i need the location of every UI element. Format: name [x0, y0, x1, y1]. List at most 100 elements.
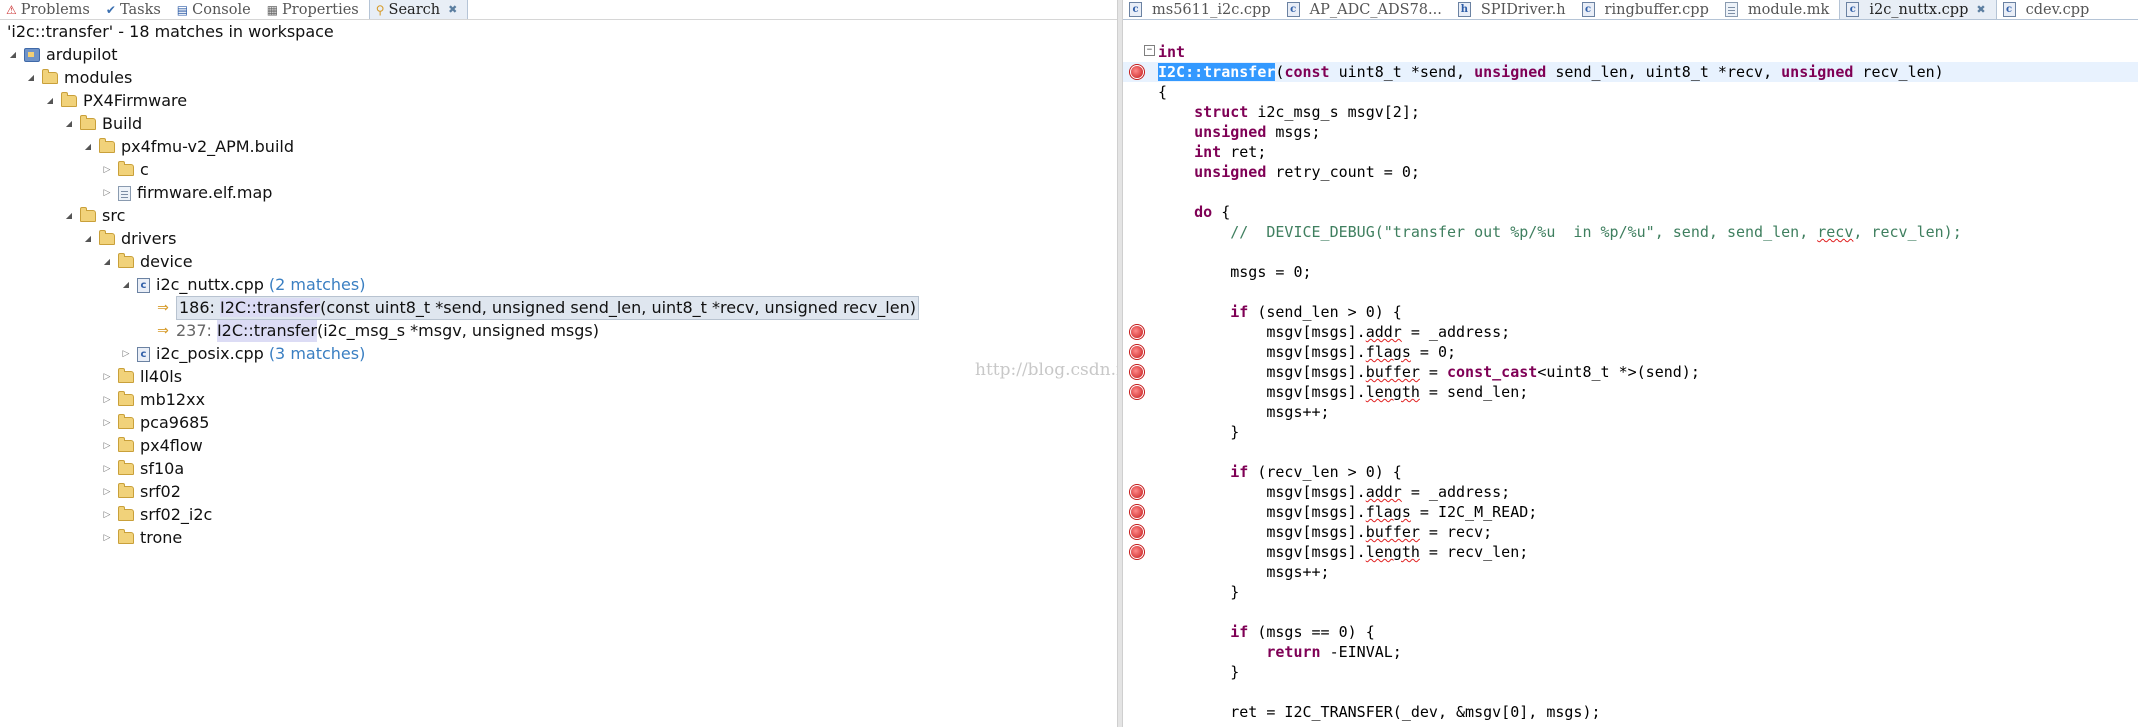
editor-tab-ap-adc[interactable]: c AP_ADC_ADS78... [1281, 0, 1452, 19]
close-icon[interactable]: ✖ [448, 3, 457, 16]
editor-tab-spidriver[interactable]: h SPIDriver.h [1452, 0, 1576, 19]
tab-problems[interactable]: ⚠ Problems [0, 0, 100, 19]
tree-item-trone[interactable]: trone [102, 527, 182, 549]
collapse-arrow-icon[interactable] [102, 441, 112, 451]
code-line: if (recv_len > 0) { [1230, 463, 1402, 481]
code-line: ret = I2C_TRANSFER(_dev, &msgv[0], msgs)… [1230, 703, 1601, 721]
collapse-arrow-icon[interactable] [102, 464, 112, 474]
code-line: } [1230, 423, 1240, 441]
tree-item-srf02-i2c[interactable]: srf02_i2c [102, 504, 212, 526]
selected-match: 186: I2C::transfer(const uint8_t *send, … [176, 296, 919, 320]
expand-arrow-icon[interactable] [83, 234, 93, 244]
expand-arrow-icon[interactable] [26, 73, 36, 83]
breakpoint-icon[interactable] [1131, 346, 1143, 358]
breakpoint-icon[interactable] [1131, 526, 1143, 538]
code-line: − int [1123, 42, 2138, 62]
header-file-icon: h [1457, 2, 1471, 17]
tree-item-i2c-posix-cpp[interactable]: ci2c_posix.cpp(3 matches) [121, 343, 365, 365]
problems-icon: ⚠ [6, 2, 17, 17]
tree-item-sf10a[interactable]: sf10a [102, 458, 184, 480]
collapse-arrow-icon[interactable] [102, 487, 112, 497]
breakpoint-icon[interactable] [1131, 66, 1143, 78]
breakpoint-icon[interactable] [1131, 546, 1143, 558]
project-icon [24, 48, 40, 62]
cpp-file-icon: c [1581, 2, 1595, 17]
collapse-arrow-icon[interactable] [102, 165, 112, 175]
breakpoint-icon[interactable] [1131, 506, 1143, 518]
expand-arrow-icon[interactable] [8, 50, 18, 60]
code-line: { [1158, 83, 1168, 101]
collapse-arrow-icon[interactable] [102, 188, 112, 198]
tab-tasks[interactable]: ✔ Tasks [100, 0, 171, 19]
expand-arrow-icon[interactable] [83, 142, 93, 152]
tree-item-c[interactable]: c [102, 159, 149, 181]
view-tab-bar: ⚠ Problems ✔ Tasks ▤ Console ▦ Properties ⚲ S… [0, 0, 1117, 20]
editor-tab-ms5611[interactable]: c ms5611_i2c.cpp [1123, 0, 1281, 19]
expand-arrow-icon[interactable] [121, 280, 131, 290]
code-line: return -EINVAL; [1266, 643, 1402, 661]
collapse-arrow-icon[interactable] [102, 372, 112, 382]
tree-item-ll40ls[interactable]: ll40ls [102, 366, 182, 388]
folder-icon [118, 253, 134, 268]
close-icon[interactable]: ✖ [1976, 3, 1985, 16]
code-line: struct i2c_msg_s msgv[2]; [1194, 103, 1420, 121]
collapse-arrow-icon[interactable] [121, 349, 131, 359]
tree-item-mb12xx[interactable]: mb12xx [102, 389, 205, 411]
editor-tab-ringbuffer[interactable]: c ringbuffer.cpp [1576, 0, 1719, 19]
tree-item-firmware-elf-map[interactable]: firmware.elf.map [102, 182, 272, 204]
breakpoint-icon[interactable] [1131, 366, 1143, 378]
folder-icon [80, 207, 96, 222]
collapse-arrow-icon[interactable] [102, 395, 112, 405]
folder-icon [118, 161, 134, 176]
search-result-title: 'i2c::transfer' - 18 matches in workspac… [7, 22, 334, 41]
tree-item-px4fmu-build[interactable]: px4fmu-v2_APM.build [83, 136, 294, 158]
expand-arrow-icon[interactable] [64, 211, 74, 221]
breakpoint-icon[interactable] [1131, 486, 1143, 498]
code-line: unsigned retry_count = 0; [1194, 163, 1420, 181]
expand-arrow-icon[interactable] [64, 119, 74, 129]
expand-arrow-icon[interactable] [102, 257, 112, 267]
tab-properties[interactable]: ▦ Properties [261, 0, 369, 19]
tree-item-srf02[interactable]: srf02 [102, 481, 181, 503]
collapse-arrow-icon[interactable] [102, 533, 112, 543]
properties-icon: ▦ [266, 2, 279, 17]
fold-collapse-icon[interactable]: − [1144, 45, 1155, 56]
tab-search[interactable]: ⚲ Search ✖ [368, 0, 469, 19]
search-match-186[interactable]: ⇒ 186: I2C::transfer(const uint8_t *send,… [156, 296, 919, 320]
folder-icon [118, 506, 134, 521]
collapse-arrow-icon[interactable] [102, 418, 112, 428]
code-line: msgv[msgs].length = recv_len; [1123, 542, 2138, 562]
tree-item-modules[interactable]: modules [26, 67, 132, 89]
editor-tab-cdev[interactable]: c cdev.cpp [1997, 0, 2100, 19]
file-icon [118, 185, 131, 201]
cpp-file-icon: c [1129, 2, 1142, 17]
tree-item-drivers[interactable]: drivers [83, 228, 176, 250]
editor-tab-module-mk[interactable]: module.mk [1719, 0, 1839, 19]
tree-item-i2c-nuttx-cpp[interactable]: ci2c_nuttx.cpp(2 matches) [121, 274, 365, 296]
cpp-file-icon: c [1286, 2, 1300, 17]
breakpoint-icon[interactable] [1131, 386, 1143, 398]
code-line: unsigned msgs; [1194, 123, 1321, 141]
folder-icon [118, 437, 134, 452]
tab-console[interactable]: ▤ Console [171, 0, 261, 19]
folder-icon [99, 138, 115, 153]
search-flashlight-icon: ⚲ [375, 2, 385, 17]
tree-item-px4firmware[interactable]: PX4Firmware [45, 90, 187, 112]
tree-item-ardupilot[interactable]: ardupilot [8, 44, 118, 66]
tree-item-pca9685[interactable]: pca9685 [102, 412, 209, 434]
folder-icon [118, 368, 134, 383]
tree-item-build[interactable]: Build [64, 113, 142, 135]
tree-item-device[interactable]: device [102, 251, 193, 273]
code-line: msgv[msgs].buffer = recv; [1123, 522, 2138, 542]
breakpoint-icon[interactable] [1131, 326, 1143, 338]
editor-tab-i2c-nuttx[interactable]: c i2c_nuttx.cpp ✖ [1839, 0, 1997, 19]
cpp-file-icon: c [137, 277, 150, 293]
tree-item-px4flow[interactable]: px4flow [102, 435, 203, 457]
collapse-arrow-icon[interactable] [102, 510, 112, 520]
match-count: (2 matches) [268, 275, 366, 294]
expand-arrow-icon[interactable] [45, 96, 55, 106]
code-line: msgv[msgs].flags = I2C_M_READ; [1123, 502, 2138, 522]
console-icon: ▤ [176, 2, 189, 17]
search-match-237[interactable]: ⇒ 237: I2C::transfer (i2c_msg_s *msgv, unsi… [156, 320, 599, 342]
tree-item-src[interactable]: src [64, 205, 125, 227]
